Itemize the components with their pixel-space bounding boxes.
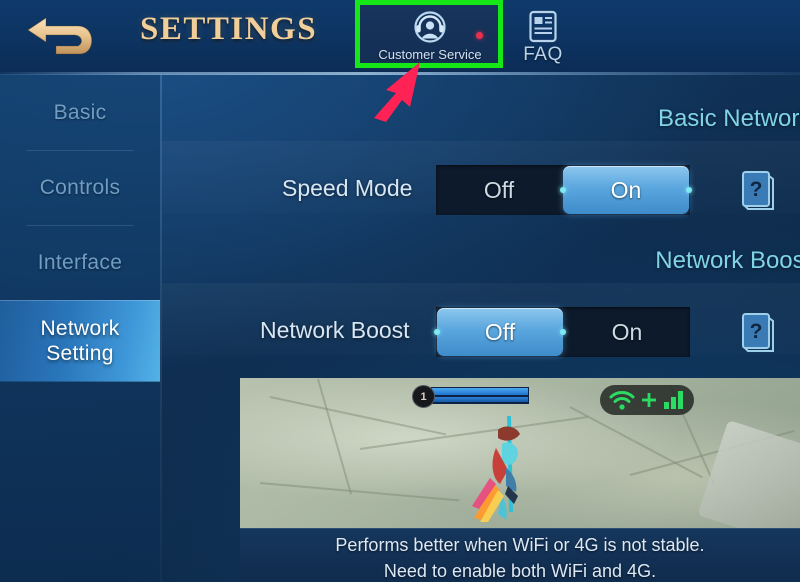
svg-text:?: ? <box>750 320 763 343</box>
network-boost-help-button[interactable]: ? <box>740 310 776 354</box>
top-bar: SETTINGS Customer Service FAQ <box>0 0 800 75</box>
preview-caption: Performs better when WiFi or 4G is not s… <box>240 528 800 582</box>
notification-dot-icon <box>476 32 483 39</box>
customer-service-label: Customer Service <box>378 47 482 62</box>
mana-bar-fill <box>432 397 528 402</box>
network-boost-toggle[interactable]: Off On <box>434 307 690 357</box>
faq-label: FAQ <box>523 44 563 65</box>
speed-mode-option-off[interactable]: Off <box>436 165 562 215</box>
sidebar-item-label: Interface <box>37 250 123 274</box>
headset-agent-icon <box>360 5 500 47</box>
speed-mode-label: Speed Mode <box>282 175 413 201</box>
preview-caption-line1: Performs better when WiFi or 4G is not s… <box>335 535 705 555</box>
network-boost-option-off[interactable]: Off <box>434 308 566 356</box>
network-boost-preview: 1 Performs better when WiFi or 4G is not… <box>240 378 800 582</box>
plus-icon <box>642 393 656 407</box>
wifi-icon <box>609 391 635 410</box>
preview-gameplay-image: 1 <box>240 378 800 553</box>
sidebar-item-interface[interactable]: Interface <box>0 225 160 300</box>
back-arrow-icon <box>27 17 93 55</box>
customer-service-button[interactable]: Customer Service <box>360 5 500 69</box>
sidebar-item-label: Basic <box>53 100 107 124</box>
question-book-icon: ? <box>742 171 774 210</box>
health-bar-fill <box>432 388 528 395</box>
section-heading-basic-network: Basic Network S <box>657 105 800 132</box>
faq-button[interactable]: FAQ <box>512 5 574 69</box>
sidebar-item-label: Network Setting <box>40 316 119 366</box>
sidebar-item-label-line2: Setting <box>46 342 114 365</box>
speed-mode-option-on[interactable]: On <box>560 166 692 214</box>
sidebar-item-basic[interactable]: Basic <box>0 75 160 150</box>
sidebar-item-controls[interactable]: Controls <box>0 150 160 225</box>
sidebar-item-label-line1: Network <box>40 317 120 340</box>
signal-bars-icon <box>664 391 683 409</box>
back-button[interactable] <box>22 8 100 64</box>
svg-text:?: ? <box>750 178 763 201</box>
question-book-icon: ? <box>742 313 774 352</box>
speed-mode-help-button[interactable]: ? <box>740 168 776 212</box>
settings-screen: SETTINGS Customer Service FAQ Basic Cont… <box>0 0 800 582</box>
network-status-badge <box>600 385 694 415</box>
sidebar-item-label: Controls <box>39 175 121 199</box>
page-title: SETTINGS <box>140 11 318 47</box>
section-heading-network-boost: Network Boost S <box>655 247 800 274</box>
preview-caption-line2: Need to enable both WiFi and 4G. <box>383 561 657 581</box>
preview-hero-character <box>472 415 520 522</box>
network-boost-option-on[interactable]: On <box>564 307 690 357</box>
speed-mode-toggle[interactable]: Off On <box>436 165 692 215</box>
network-boost-label: Network Boost <box>260 317 410 343</box>
preview-health-bar: 1 <box>412 385 530 408</box>
sidebar: Basic Controls Interface Network Setting <box>0 75 160 582</box>
sidebar-item-network-setting[interactable]: Network Setting <box>0 300 160 382</box>
article-document-icon <box>512 5 574 47</box>
level-badge: 1 <box>412 385 435 408</box>
main-panel: Basic Network S Speed Mode Off On ? Netw… <box>162 75 800 582</box>
